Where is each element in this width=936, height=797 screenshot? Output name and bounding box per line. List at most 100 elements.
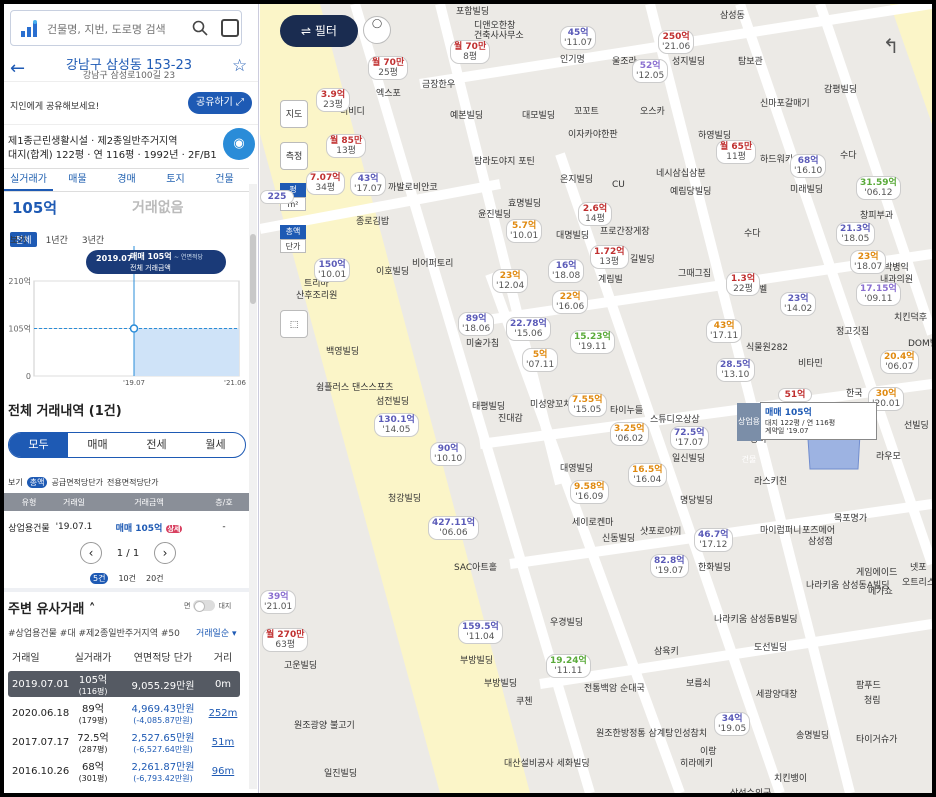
map-label: 비어퍼토리 [412, 259, 454, 269]
page-size-20[interactable]: 20건 [146, 573, 164, 584]
tab-building[interactable]: 건물 [200, 169, 249, 191]
price-marker[interactable]: 2.6억 14평 [578, 202, 612, 226]
price-marker[interactable]: 51억 [778, 388, 812, 402]
map-view[interactable]: ⇌ 필터 ◯ 지도 측정 평 m² 총액 단가 ⬚ ↰ 디앤오한창 건축사사무소 삼… [260, 4, 932, 793]
price-marker[interactable]: 82.8억 '19.07 [650, 554, 689, 578]
deal-tab-monthly[interactable]: 월세 [186, 433, 245, 457]
price-marker[interactable]: 15.23억 '19.11 [570, 330, 615, 354]
unit-total[interactable]: 총액 [280, 225, 306, 239]
price-marker[interactable]: 89억 '18.06 [458, 312, 495, 336]
price-marker[interactable]: 21.3억 '18.05 [836, 222, 875, 246]
price-marker[interactable]: 225 [260, 190, 294, 204]
deal-tab-all[interactable]: 모두 [9, 433, 68, 457]
compass-icon[interactable]: ↰ [876, 34, 906, 60]
price-marker[interactable]: 150억 '10.01 [314, 258, 351, 282]
price-marker[interactable]: 3.25억 '06.02 [610, 422, 649, 446]
option-total[interactable]: 총액 [26, 477, 48, 488]
price-marker[interactable]: 17.15억 '09.11 [856, 282, 901, 306]
price-marker[interactable]: 1.3억 22평 [726, 272, 760, 296]
road-address: 강남구 삼성로100길 23 [82, 71, 176, 81]
map-label: 길빌딩 [630, 255, 655, 265]
price-marker[interactable]: 3.9억 23평 [316, 88, 350, 112]
back-arrow-icon[interactable]: ← [10, 58, 25, 79]
price-marker[interactable]: 250억 '21.06 [658, 30, 695, 54]
price-marker[interactable]: 159.5억 '11.04 [458, 620, 503, 644]
similar-row[interactable]: 2017.07.17 72.5억 (287평) 2,527.65만원 (-6,527… [8, 729, 240, 755]
price-marker[interactable]: 9.58억 '16.09 [570, 480, 609, 504]
deal-tab-sale[interactable]: 매매 [68, 433, 127, 457]
option-exclusive-unit[interactable]: 전용면적당단가 [107, 477, 159, 488]
search-icon[interactable] [192, 20, 208, 36]
tab-auction[interactable]: 경매 [102, 169, 151, 191]
price-marker[interactable]: 23억 '12.04 [492, 269, 529, 293]
area-select-icon[interactable]: ⬚ [280, 310, 308, 338]
search-input[interactable] [47, 19, 187, 39]
price-marker[interactable]: 427.11억 '06.06 [428, 516, 480, 540]
price-marker[interactable]: 7.07억 34평 [306, 171, 345, 195]
page-size-5[interactable]: 5건 [90, 573, 109, 584]
price-marker[interactable]: 23억 '18.07 [850, 250, 887, 274]
price-marker[interactable]: 23억 '14.02 [780, 292, 817, 316]
price-marker[interactable]: 1.72억 13평 [590, 245, 629, 269]
price-marker[interactable]: 31.59억 '06.12 [856, 176, 901, 200]
price-marker[interactable]: 45억 '11.07 [560, 26, 597, 50]
prev-page-button[interactable]: ‹ [80, 542, 102, 564]
price-marker[interactable]: 16억 '18.08 [548, 259, 585, 283]
price-marker[interactable]: 28.5억 '13.10 [716, 358, 755, 382]
period-3y[interactable]: 3년간 [77, 232, 109, 247]
price-marker[interactable]: 5억 '07.11 [522, 348, 559, 372]
price-marker[interactable]: 52억 '12.05 [632, 59, 669, 83]
layers-toggle-icon[interactable]: ◯ [363, 16, 391, 44]
price-marker[interactable]: 월 70만 8평 [450, 40, 491, 64]
next-page-button[interactable]: › [153, 542, 176, 564]
price-marker[interactable]: 월 85만 13평 [326, 134, 367, 158]
option-supply-unit[interactable]: 공급면적당단가 [51, 477, 103, 488]
price-marker[interactable]: 5.7억 '10.01 [506, 219, 543, 243]
similar-row[interactable]: 2020.06.18 89억 (179평) 4,969.43만원 (-4,085.8… [8, 700, 240, 726]
price-marker[interactable]: 39억 '21.01 [260, 590, 297, 614]
table-row[interactable]: 상업용건물 '19.07.1 매매 105억 상세 - [4, 516, 249, 538]
price-marker[interactable]: 130.1억 '14.05 [374, 413, 419, 437]
similar-toggle[interactable]: 면 대지 [184, 600, 231, 612]
search-bar[interactable] [10, 10, 242, 46]
price-marker[interactable]: 34억 '19.05 [714, 712, 751, 736]
marker-price: 9.58억 [574, 482, 605, 492]
price-marker[interactable]: 43억 '17.07 [350, 172, 387, 196]
price-marker[interactable]: 7.55억 '15.05 [568, 393, 607, 417]
price-marker[interactable]: 68억 '16.10 [790, 154, 827, 178]
price-marker[interactable]: 16.5억 '16.04 [628, 463, 667, 487]
sort-dropdown[interactable]: 거래일순 ▾ [196, 626, 237, 639]
price-marker[interactable]: 19.24억 '11.11 [546, 654, 591, 678]
price-marker[interactable]: 20.4억 '06.07 [880, 350, 919, 374]
price-marker[interactable]: 22.78억 '15.06 [506, 317, 551, 341]
panel-scrollbar[interactable] [249, 184, 257, 789]
image-search-icon[interactable] [221, 19, 239, 37]
measure-button[interactable]: 측정 [280, 142, 308, 170]
price-marker[interactable]: 90억 '10.10 [430, 442, 467, 466]
filter-button[interactable]: ⇌ 필터 [280, 15, 358, 47]
price-marker[interactable]: 월 70만 25평 [368, 56, 409, 80]
price-marker[interactable]: 월 65만 11평 [716, 140, 757, 164]
price-marker[interactable]: 46.7억 '17.12 [694, 528, 733, 552]
similar-row[interactable]: 2019.07.01 105억 (116평) 9,055.29만원 0m [8, 671, 240, 697]
unit-price-per[interactable]: 단가 [280, 239, 306, 253]
price-marker[interactable]: 72.5억 '17.07 [670, 426, 709, 450]
building-info-icon[interactable]: ◉ [223, 128, 255, 160]
scroll-thumb[interactable] [250, 234, 256, 304]
map-type-button[interactable]: 지도 [280, 100, 308, 128]
share-button[interactable]: 공유하기 ⤢ [188, 92, 252, 114]
period-1y[interactable]: 1년간 [41, 232, 73, 247]
page-size-10[interactable]: 10건 [118, 573, 136, 584]
sh-date: 거래일 [12, 653, 40, 664]
price-marker[interactable]: 43억 '17.11 [706, 319, 743, 343]
favorite-star-icon[interactable]: ☆ [232, 56, 247, 76]
tab-real-price[interactable]: 실거래가 [4, 169, 53, 191]
price-marker[interactable]: 22억 '16.06 [552, 290, 589, 314]
deal-tab-jeonse[interactable]: 전세 [127, 433, 186, 457]
price-marker[interactable]: 월 270만 63평 [262, 628, 309, 652]
tab-listings[interactable]: 매물 [53, 169, 102, 191]
selected-popup[interactable]: 상업용건물 매매 105억 대지 122평 / 연 116평 계약일 '19.07 [737, 402, 877, 464]
similar-row[interactable]: 2016.10.26 68억 (301평) 2,261.87만원 (-6,793.4… [8, 758, 240, 784]
similar-title[interactable]: 주변 유사거래 ˄ [8, 598, 95, 617]
tab-land[interactable]: 토지 [151, 169, 200, 191]
